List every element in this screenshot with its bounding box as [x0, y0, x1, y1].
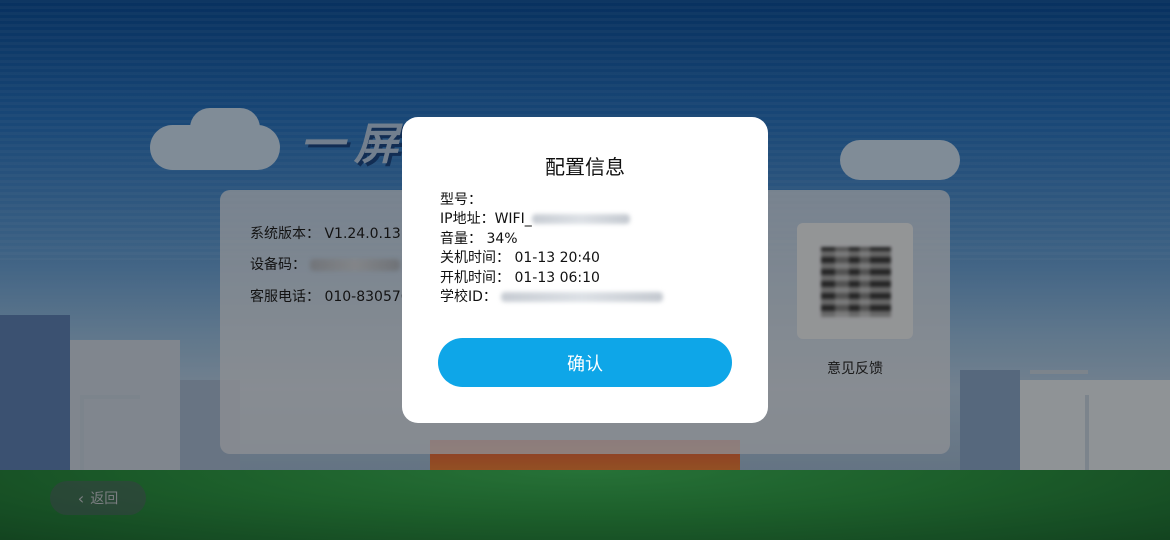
shutdown-value: 01-13 20:40: [514, 250, 600, 267]
school-id-label: 学校ID：: [440, 288, 497, 305]
shutdown-label: 关机时间：: [440, 250, 510, 267]
shutdown-time-row: 关机时间： 01-13 20:40: [440, 249, 663, 268]
startup-label: 开机时间：: [440, 269, 510, 286]
volume-label: 音量：: [440, 230, 482, 247]
confirm-button[interactable]: 确认: [438, 338, 732, 387]
ip-address-row: IP地址：WIFI_: [440, 210, 663, 229]
volume-value: 34%: [486, 230, 518, 247]
ip-value: WIFI_: [494, 211, 532, 228]
startup-value: 01-13 06:10: [514, 269, 600, 286]
school-id-redacted: [501, 291, 664, 302]
ip-redacted: [531, 214, 630, 225]
startup-time-row: 开机时间： 01-13 06:10: [440, 269, 663, 288]
config-info-dialog: 配置信息 型号： IP地址：WIFI_ 音量： 34% 关机时间： 01-13 …: [402, 117, 768, 423]
school-id-row: 学校ID：: [440, 288, 664, 307]
volume-row: 音量： 34%: [440, 230, 663, 249]
dialog-title: 配置信息: [545, 155, 625, 179]
model-row: 型号：: [440, 191, 663, 210]
model-label: 型号：: [440, 192, 482, 208]
config-info-list: 型号： IP地址：WIFI_ 音量： 34% 关机时间： 01-13 20:40…: [440, 191, 664, 307]
ip-label: IP地址：: [440, 211, 495, 228]
